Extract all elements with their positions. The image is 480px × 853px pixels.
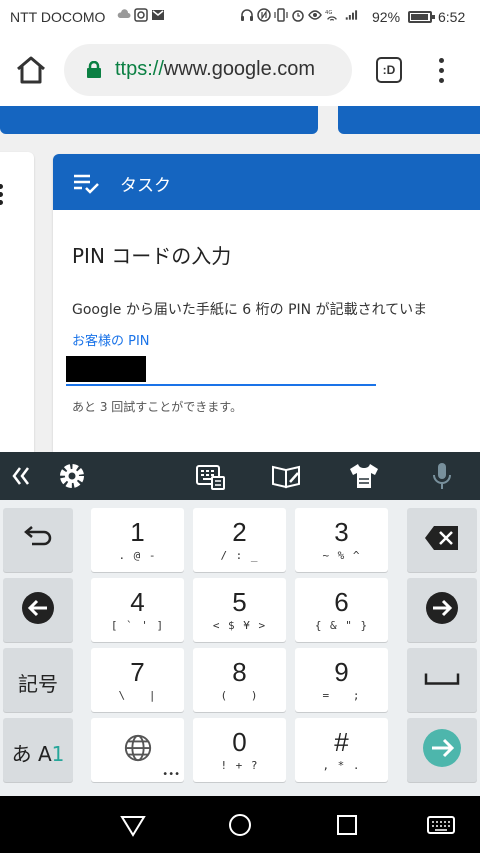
url-text: ttps://www.google.com bbox=[115, 58, 315, 81]
pin-redaction bbox=[66, 356, 146, 382]
chevron-double-left-icon[interactable] bbox=[4, 458, 40, 494]
numeric-keyboard: 記号 あ A1 1. @ - 2/ : _ 3 ~ % ^ 4[ ` ' ] 5 <… bbox=[0, 500, 480, 796]
tab-switcher-button[interactable]: :D bbox=[376, 57, 402, 83]
key-2[interactable]: 2/ : _ bbox=[193, 508, 286, 572]
battery-icon bbox=[408, 11, 435, 23]
partial-card bbox=[0, 152, 34, 452]
url-scheme: ttps:// bbox=[115, 58, 164, 80]
recents-square-icon[interactable] bbox=[334, 812, 360, 838]
cursor-right-key[interactable] bbox=[407, 578, 477, 642]
key-hash[interactable]: #, * . bbox=[295, 718, 388, 782]
key-3[interactable]: 3 ~ % ^ bbox=[295, 508, 388, 572]
emoji-keyboard-icon[interactable] bbox=[192, 458, 228, 494]
backspace-icon bbox=[424, 525, 460, 555]
system-nav-bar bbox=[0, 796, 480, 853]
more-vert-icon[interactable] bbox=[432, 56, 452, 86]
alarm-icon bbox=[291, 8, 304, 22]
arrow-left-icon bbox=[21, 591, 55, 629]
lock-icon bbox=[86, 60, 102, 79]
keyboard-toolbar bbox=[0, 452, 480, 500]
web-page: タスク PIN コードの入力 Google から届いた手紙に 6 桁の PIN … bbox=[0, 106, 480, 452]
task-list-icon bbox=[72, 172, 100, 194]
screen: NTT DOCOMO 4G 92% 6:52 ttps://www.google… bbox=[0, 0, 480, 853]
cloud-icon bbox=[117, 8, 131, 22]
enter-arrow-icon bbox=[422, 728, 462, 772]
more-options-icon: ••• bbox=[162, 769, 180, 780]
status-bar: NTT DOCOMO 4G 92% 6:52 bbox=[0, 0, 480, 34]
carrier-name: NTT DOCOMO bbox=[10, 9, 106, 25]
space-icon bbox=[424, 671, 460, 690]
globe-icon bbox=[123, 733, 153, 767]
signal-icon bbox=[345, 8, 363, 22]
browser-toolbar: ttps://www.google.com :D bbox=[0, 34, 480, 106]
key-9[interactable]: 9 = ; bbox=[295, 648, 388, 712]
undo-icon bbox=[22, 526, 54, 554]
nfc-icon bbox=[257, 8, 271, 22]
microphone-icon[interactable] bbox=[424, 458, 460, 494]
backspace-key[interactable] bbox=[407, 508, 477, 572]
key-4[interactable]: 4[ ` ' ] bbox=[91, 578, 184, 642]
task-card-title: タスク bbox=[120, 176, 171, 196]
home-circle-icon[interactable] bbox=[227, 812, 253, 838]
home-icon[interactable] bbox=[14, 54, 48, 86]
key-6[interactable]: 6{ & " } bbox=[295, 578, 388, 642]
headphones-icon bbox=[240, 8, 253, 22]
dictionary-icon[interactable] bbox=[268, 458, 304, 494]
task-card: タスク PIN コードの入力 Google から届いた手紙に 6 桁の PIN … bbox=[53, 154, 480, 452]
input-mode-key[interactable]: あ A1 bbox=[3, 718, 73, 782]
eye-comfort-icon bbox=[308, 8, 322, 22]
vibrate-icon bbox=[274, 8, 288, 22]
pin-field-label: お客様の PIN bbox=[72, 334, 150, 349]
key-7[interactable]: 7 \ | bbox=[91, 648, 184, 712]
theme-shirt-icon[interactable] bbox=[346, 458, 382, 494]
battery-percent: 92% bbox=[372, 9, 401, 25]
card-bottom-edge bbox=[0, 106, 318, 134]
task-card-header: タスク bbox=[53, 154, 480, 210]
clock: 6:52 bbox=[438, 9, 466, 25]
svg-text:4G: 4G bbox=[325, 10, 332, 16]
pin-input[interactable] bbox=[66, 356, 376, 386]
page-title: PIN コードの入力 bbox=[72, 244, 232, 268]
keyboard-switch-icon[interactable] bbox=[427, 812, 455, 838]
key-0[interactable]: 0! + ? bbox=[193, 718, 286, 782]
gear-icon[interactable] bbox=[54, 458, 90, 494]
enter-key[interactable] bbox=[407, 718, 477, 782]
arrow-right-icon bbox=[425, 591, 459, 629]
key-1[interactable]: 1. @ - bbox=[91, 508, 184, 572]
wifi-4g-icon: 4G bbox=[325, 8, 341, 22]
gmail-icon bbox=[151, 8, 164, 22]
more-vert-icon[interactable] bbox=[0, 184, 3, 208]
pin-description: Google から届いた手紙に 6 桁の PIN が記載されていま bbox=[72, 302, 428, 318]
space-key[interactable] bbox=[407, 648, 477, 712]
key-5[interactable]: 5 < $ ¥ > bbox=[193, 578, 286, 642]
battery-level-fill bbox=[411, 14, 428, 20]
cursor-left-key[interactable] bbox=[3, 578, 73, 642]
card-bottom-edge bbox=[338, 106, 480, 134]
e-mail-app-icon bbox=[134, 8, 148, 22]
key-8[interactable]: 8( ) bbox=[193, 648, 286, 712]
attempts-hint: あと 3 回試すことができます。 bbox=[72, 400, 243, 414]
symbols-key[interactable]: 記号 bbox=[3, 648, 73, 712]
url-host: www.google.com bbox=[163, 58, 316, 80]
globe-key[interactable]: ••• bbox=[91, 718, 184, 782]
back-triangle-icon[interactable] bbox=[120, 812, 146, 838]
address-bar[interactable]: ttps://www.google.com bbox=[64, 44, 352, 96]
undo-key[interactable] bbox=[3, 508, 73, 572]
